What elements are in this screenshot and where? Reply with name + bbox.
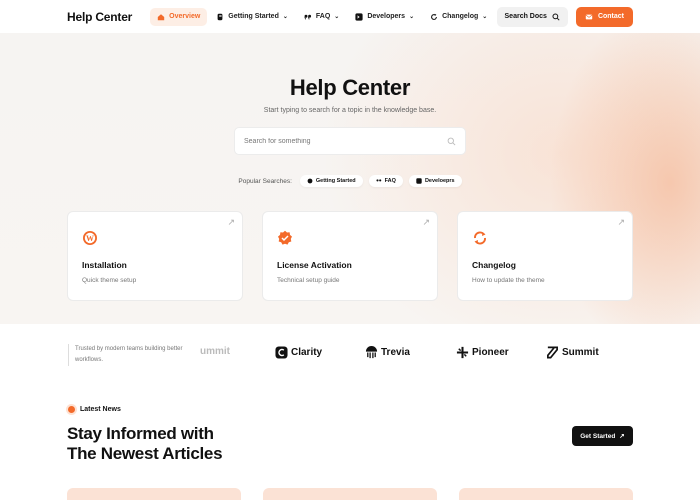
popular-searches: Popular Searches: Getting Started FAQ De… bbox=[0, 175, 700, 187]
arrow-up-right-icon: ↗ bbox=[227, 217, 235, 227]
article-card[interactable] bbox=[459, 488, 633, 500]
hero-subtitle: Start typing to search for a topic in th… bbox=[263, 107, 437, 114]
news-heading-line1: Stay Informed with bbox=[67, 424, 214, 443]
rocket-icon bbox=[307, 178, 313, 184]
logo-summit: Summit bbox=[546, 346, 599, 359]
clarity-logo-icon bbox=[275, 346, 288, 359]
card-subtitle: Quick theme setup bbox=[82, 277, 137, 284]
chevron-down-icon: ⌄ bbox=[482, 14, 488, 20]
nav-actions: Search Docs Contact bbox=[496, 6, 633, 27]
logo-label: ummit bbox=[200, 346, 230, 357]
news-heading-line2: The Newest Articles bbox=[67, 444, 223, 463]
contact-label: Contact bbox=[597, 13, 624, 20]
logo-pioneer: Pioneer bbox=[456, 346, 509, 359]
dot-icon bbox=[68, 406, 75, 413]
popular-searches-label: Popular Searches: bbox=[238, 177, 292, 185]
search-docs-label: Search Docs bbox=[504, 13, 547, 20]
nav-item-label: Changelog bbox=[442, 13, 479, 20]
popular-chip-getting-started[interactable]: Getting Started bbox=[299, 175, 363, 187]
nav-item-developers[interactable]: Developers ⌄ bbox=[348, 8, 421, 26]
logo-label: Summit bbox=[562, 347, 599, 358]
summit-logo-icon bbox=[547, 346, 558, 359]
top-nav: Help Center Overview Getting Started ⌄ F… bbox=[0, 0, 700, 33]
topic-cards: ↗ W Installation Quick theme setup ↗ Lic… bbox=[67, 211, 633, 301]
brand-logo[interactable]: Help Center bbox=[67, 10, 132, 24]
arrow-up-right-icon: ↗ bbox=[619, 433, 625, 440]
card-installation[interactable]: ↗ W Installation Quick theme setup bbox=[67, 211, 243, 301]
nav-item-changelog[interactable]: Changelog ⌄ bbox=[423, 8, 494, 26]
nav-item-label: FAQ bbox=[315, 13, 331, 20]
page-title: Help Center bbox=[289, 75, 411, 100]
get-started-label: Get Started bbox=[580, 432, 616, 440]
refresh-icon bbox=[474, 231, 486, 245]
home-icon bbox=[157, 13, 165, 20]
terminal-icon bbox=[416, 178, 422, 184]
terminal-icon bbox=[355, 12, 363, 21]
contact-button[interactable]: Contact bbox=[575, 6, 633, 27]
chevron-down-icon: ⌄ bbox=[282, 14, 288, 20]
chip-label: Getting Started bbox=[315, 178, 356, 184]
nav-item-overview[interactable]: Overview bbox=[150, 7, 208, 26]
nav-item-faq[interactable]: FAQ ⌄ bbox=[297, 8, 346, 26]
article-card[interactable] bbox=[263, 488, 437, 500]
popular-chip-faq[interactable]: FAQ bbox=[368, 175, 403, 187]
badge-check-icon bbox=[278, 230, 292, 245]
mail-icon bbox=[585, 14, 593, 19]
latest-news-badge: Latest News bbox=[68, 406, 121, 413]
logo-label: Clarity bbox=[291, 347, 323, 358]
search-icon bbox=[552, 12, 560, 21]
nav-menu: Overview Getting Started ⌄ FAQ ⌄ Develop… bbox=[150, 7, 494, 26]
hero-section: Help Center Start typing to search for a… bbox=[0, 33, 700, 324]
rocket-icon bbox=[217, 13, 223, 20]
news-heading: Stay Informed with The Newest Articles bbox=[67, 424, 287, 464]
trevia-logo-icon bbox=[365, 346, 378, 359]
card-license-activation[interactable]: ↗ License Activation Technical setup gui… bbox=[262, 211, 438, 301]
chevron-down-icon: ⌄ bbox=[334, 14, 340, 20]
logo-clarity: Clarity bbox=[275, 346, 322, 359]
nav-item-getting-started[interactable]: Getting Started ⌄ bbox=[209, 8, 295, 26]
latest-news-label: Latest News bbox=[80, 406, 121, 413]
logo-trevia: Trevia bbox=[365, 346, 410, 359]
trusted-by-section: Trusted by modern teams building better … bbox=[0, 324, 700, 384]
get-started-button[interactable]: Get Started ↗ bbox=[572, 426, 633, 446]
pioneer-logo-icon bbox=[456, 346, 469, 359]
arrow-up-right-icon: ↗ bbox=[617, 217, 625, 227]
logo-summit-faded: ummit bbox=[200, 346, 230, 357]
card-title: License Activation bbox=[277, 260, 352, 270]
card-subtitle: Technical setup guide bbox=[277, 277, 340, 284]
search-docs-button[interactable]: Search Docs bbox=[496, 6, 568, 27]
chip-label: FAQ bbox=[384, 178, 396, 184]
hero-search-box bbox=[234, 127, 466, 155]
card-title: Changelog bbox=[472, 260, 516, 270]
chip-label: Develoeprs bbox=[424, 178, 455, 184]
logo-label: Trevia bbox=[381, 347, 410, 358]
nav-item-label: Overview bbox=[169, 13, 201, 20]
trusted-text: Trusted by modern teams building better … bbox=[68, 344, 188, 366]
article-card[interactable] bbox=[67, 488, 241, 500]
popular-chip-developers[interactable]: Develoeprs bbox=[408, 175, 462, 187]
refresh-icon bbox=[431, 13, 438, 20]
chevron-down-icon: ⌄ bbox=[409, 14, 415, 20]
nav-item-label: Getting Started bbox=[228, 13, 279, 20]
search-input[interactable] bbox=[244, 137, 447, 145]
card-subtitle: How to update the theme bbox=[472, 277, 545, 284]
quote-icon bbox=[304, 14, 311, 20]
card-changelog[interactable]: ↗ Changelog How to update the theme bbox=[457, 211, 633, 301]
svg-text:W: W bbox=[86, 234, 94, 243]
nav-item-label: Developers bbox=[367, 13, 406, 20]
arrow-up-right-icon: ↗ bbox=[422, 217, 430, 227]
search-icon[interactable] bbox=[447, 137, 456, 146]
quote-icon bbox=[376, 179, 381, 182]
wordpress-icon: W bbox=[83, 231, 97, 245]
card-title: Installation bbox=[82, 260, 127, 270]
logo-label: Pioneer bbox=[472, 347, 509, 358]
